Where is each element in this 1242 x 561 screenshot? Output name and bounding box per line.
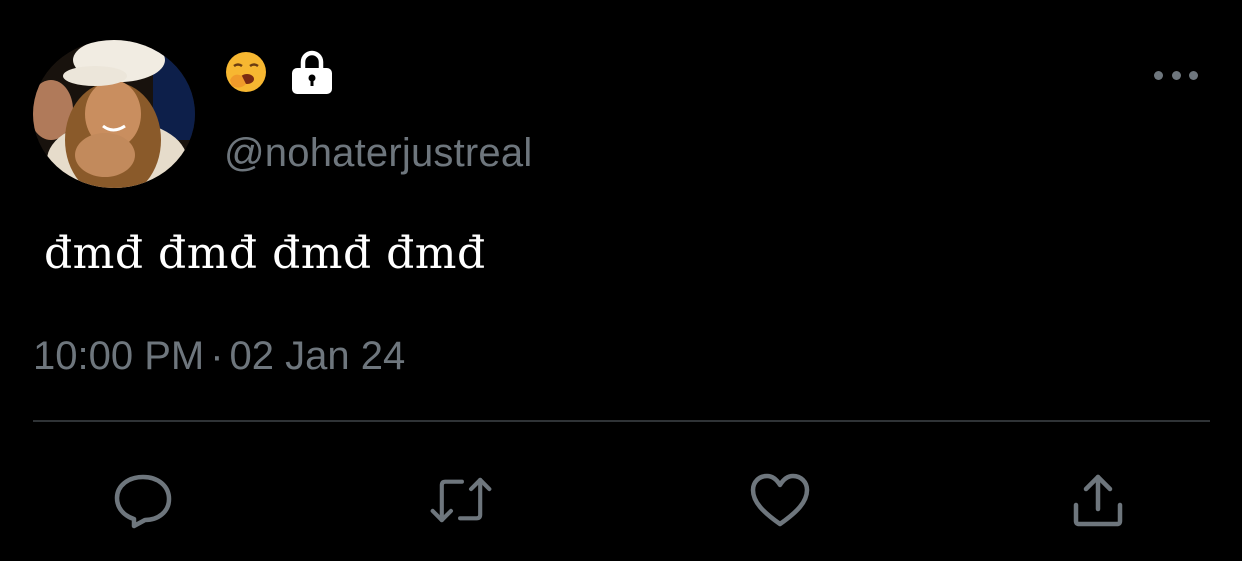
tweet-detail: @nohaterjustreal đmđ đmđ đmđ đmđ 10:00 P… xyxy=(0,0,1242,561)
retweet-icon xyxy=(430,477,492,523)
tweet-timestamp[interactable]: 10:00 PM · 02 Jan 24 xyxy=(33,332,405,380)
dot xyxy=(1189,70,1198,80)
dot xyxy=(1154,70,1163,80)
divider xyxy=(33,420,1210,422)
share-icon xyxy=(1073,474,1123,527)
user-handle[interactable]: @nohaterjustreal xyxy=(224,130,532,176)
share-button[interactable] xyxy=(1066,468,1130,532)
reply-icon xyxy=(114,474,172,529)
reply-button[interactable] xyxy=(111,468,175,532)
display-name xyxy=(224,47,334,97)
dot xyxy=(1171,70,1181,80)
lock-icon xyxy=(292,50,332,94)
avatar-photo xyxy=(33,40,195,188)
meta-separator: · xyxy=(210,334,224,378)
more-options-icon[interactable] xyxy=(1154,60,1198,90)
tweet-time: 10:00 PM xyxy=(33,334,205,378)
yawning-face-emoji xyxy=(226,52,266,92)
retweet-button[interactable] xyxy=(429,468,493,532)
like-icon xyxy=(750,473,810,527)
like-button[interactable] xyxy=(748,468,812,532)
tweet-date: 02 Jan 24 xyxy=(229,334,406,378)
avatar[interactable] xyxy=(33,40,195,188)
tweet-text: đmđ đmđ đmđ đmđ xyxy=(44,228,486,279)
